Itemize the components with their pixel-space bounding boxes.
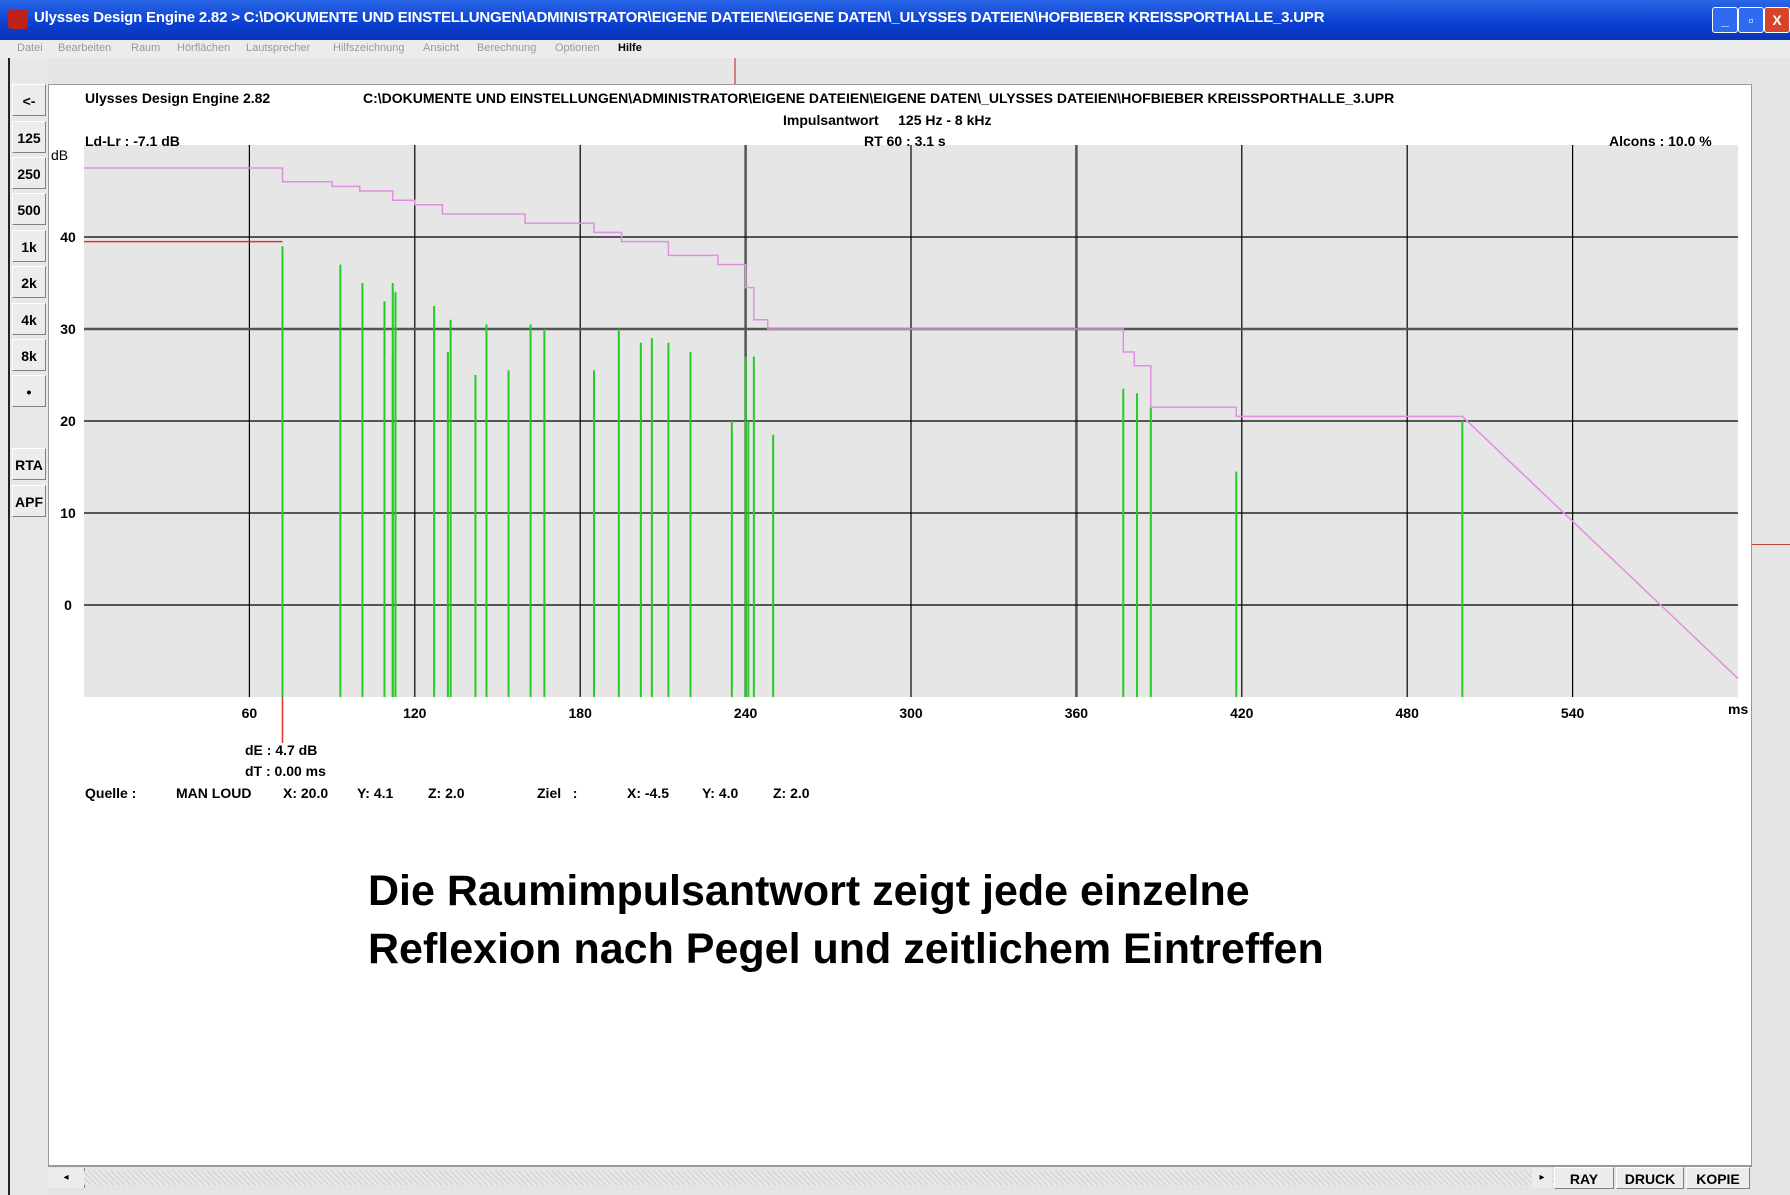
- band-1k-button[interactable]: 1k: [12, 230, 46, 262]
- rta-button[interactable]: RTA: [12, 448, 46, 480]
- x-tick-label: 360: [1065, 705, 1089, 721]
- scroll-right-icon[interactable]: ▸: [1532, 1168, 1552, 1188]
- x-tick-label: 120: [403, 705, 427, 721]
- band-125-button[interactable]: 125: [12, 121, 46, 153]
- menu-lautsprecher[interactable]: Lautsprecher: [246, 42, 310, 54]
- target-z: Z: 2.0: [773, 785, 810, 801]
- menu-hilfszeichnung[interactable]: Hilfszeichnung: [333, 42, 405, 54]
- impulse-response-chart: 60 120 180 240 300 360 420 480 540 0 10 20 30 40: [60, 145, 1739, 743]
- source-x: X: 20.0: [283, 785, 329, 801]
- title-bar: Ulysses Design Engine 2.82 > C:\DOKUMENT…: [0, 0, 1790, 40]
- impulse-response-panel: 60 120 180 240 300 360 420 480 540 0 10 20 30 40 Ulys…: [48, 84, 1752, 1166]
- slide-caption: Die Raumimpulsantwort zeigt jede einzeln…: [368, 862, 1324, 978]
- scroll-left-icon[interactable]: ◂: [48, 1168, 85, 1188]
- ruler-mark: [734, 58, 736, 84]
- left-edge: [8, 58, 10, 1195]
- target-x: X: -4.5: [627, 785, 670, 801]
- band-2k-button[interactable]: 2k: [12, 266, 46, 298]
- source-label: Quelle :: [85, 785, 137, 801]
- analysis-mode: Impulsantwort 125 Hz - 8 kHz: [783, 112, 992, 128]
- cursor-dt: dT : 0.00 ms: [245, 763, 326, 779]
- broadband-button[interactable]: •: [12, 375, 46, 407]
- x-tick-label: 240: [734, 705, 758, 721]
- y-tick-label: 30: [60, 321, 76, 337]
- ruler-line-right: [1752, 544, 1790, 545]
- y-tick-label: 40: [60, 229, 76, 245]
- caption-line-1: Die Raumimpulsantwort zeigt jede einzeln…: [368, 867, 1250, 915]
- kopie-button[interactable]: KOPIE: [1686, 1167, 1750, 1189]
- druck-button[interactable]: DRUCK: [1616, 1167, 1684, 1189]
- horizontal-scrollbar[interactable]: [84, 1171, 1574, 1185]
- frequency-toolbar: [0, 58, 48, 1195]
- x-tick-label: 540: [1561, 705, 1585, 721]
- y-tick-label: 20: [60, 413, 76, 429]
- menu-bar: Datei Bearbeiten Raum Hörflächen Lautspr…: [0, 40, 1790, 58]
- x-tick-label: 420: [1230, 705, 1254, 721]
- menu-hoerflaechen[interactable]: Hörflächen: [177, 42, 230, 54]
- ld-lr-value: Ld-Lr : -7.1 dB: [85, 133, 180, 149]
- rt60-value: RT 60 : 3.1 s: [864, 133, 946, 149]
- menu-berechnung[interactable]: Berechnung: [477, 42, 536, 54]
- source-name: MAN LOUD: [176, 785, 252, 801]
- status-bar: ◂ ▸: [48, 1166, 1752, 1191]
- y-tick-label: 10: [60, 505, 76, 521]
- back-button[interactable]: <-: [12, 84, 46, 116]
- menu-optionen[interactable]: Optionen: [555, 42, 600, 54]
- x-axis-unit: ms: [1728, 701, 1749, 717]
- maximize-button[interactable]: ▫: [1738, 7, 1764, 33]
- y-axis-unit: dB: [51, 147, 69, 163]
- minimize-button[interactable]: _: [1712, 7, 1738, 33]
- caption-line-2: Reflexion nach Pegel und zeitlichem Eint…: [368, 925, 1324, 973]
- window-title: Ulysses Design Engine 2.82 > C:\DOKUMENT…: [34, 9, 1325, 26]
- menu-datei[interactable]: Datei: [17, 42, 43, 54]
- apf-button[interactable]: APF: [12, 485, 46, 517]
- band-250-button[interactable]: 250: [12, 157, 46, 189]
- band-500-button[interactable]: 500: [12, 193, 46, 225]
- band-4k-button[interactable]: 4k: [12, 303, 46, 335]
- source-z: Z: 2.0: [428, 785, 465, 801]
- app-icon[interactable]: [8, 9, 28, 29]
- target-y: Y: 4.0: [702, 785, 739, 801]
- menu-bearbeiten[interactable]: Bearbeiten: [58, 42, 111, 54]
- alcons-value: Alcons : 10.0 %: [1609, 133, 1712, 149]
- menu-raum[interactable]: Raum: [131, 42, 160, 54]
- x-tick-label: 480: [1396, 705, 1420, 721]
- chart-app-title: Ulysses Design Engine 2.82: [85, 90, 271, 106]
- y-tick-label: 0: [64, 597, 72, 613]
- band-8k-button[interactable]: 8k: [12, 339, 46, 371]
- source-y: Y: 4.1: [357, 785, 394, 801]
- project-path: C:\DOKUMENTE UND EINSTELLUNGEN\ADMINISTR…: [363, 90, 1395, 106]
- ray-button[interactable]: RAY: [1554, 1167, 1614, 1189]
- x-tick-label: 180: [569, 705, 593, 721]
- menu-hilfe[interactable]: Hilfe: [618, 42, 642, 54]
- cursor-de: dE : 4.7 dB: [245, 742, 318, 758]
- menu-ansicht[interactable]: Ansicht: [423, 42, 459, 54]
- close-button[interactable]: X: [1764, 7, 1790, 33]
- x-tick-label: 60: [242, 705, 258, 721]
- target-label: Ziel :: [537, 785, 578, 801]
- x-tick-label: 300: [899, 705, 923, 721]
